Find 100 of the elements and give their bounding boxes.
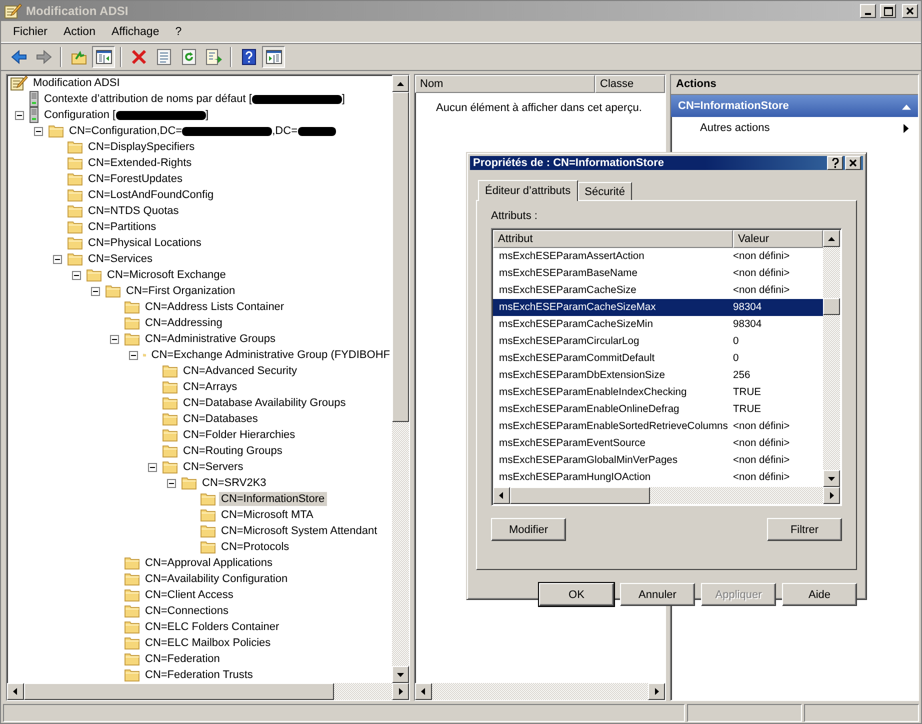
minus-icon [150, 464, 155, 470]
tree-item[interactable]: CN=ELC Mailbox Policies [143, 636, 273, 650]
column-header[interactable]: Attribut [493, 230, 733, 248]
toolbar-button[interactable] [92, 46, 115, 68]
tree-item[interactable]: CN=Physical Locations [86, 236, 204, 250]
question-mark-icon [832, 158, 838, 168]
tree-item[interactable]: CN=Arrays [181, 380, 240, 394]
tab[interactable]: Sécurité [578, 182, 632, 200]
maximize-button[interactable] [880, 4, 896, 18]
tree-item[interactable]: CN=Advanced Security [181, 364, 300, 378]
tree-item[interactable]: CN=DisplaySpecifiers [86, 140, 197, 154]
collapse-toggle[interactable] [148, 462, 157, 472]
dialog-button[interactable]: Aide [782, 583, 857, 606]
scroll-left-button[interactable] [493, 487, 510, 504]
tree-item[interactable]: CN=LostAndFoundConfig [86, 188, 216, 202]
collapse-toggle[interactable] [167, 478, 176, 488]
horizontal-scrollbar[interactable] [493, 487, 840, 504]
scrollbar-thumb[interactable] [392, 92, 409, 422]
collapse-toggle[interactable] [15, 110, 24, 120]
column-header[interactable]: Valeur [733, 230, 823, 248]
scroll-right-button[interactable] [392, 683, 409, 700]
tree-item[interactable]: CN=Exchange Administrative Group (FYDIBOHF [149, 348, 392, 362]
menu-item[interactable]: Action [56, 24, 104, 40]
tree-item[interactable]: CN=Approval Applications [143, 556, 274, 570]
tab[interactable]: Éditeur d’attributs [478, 180, 578, 201]
attribute-row[interactable]: msExchESEParamCacheSizeMax 98304 [493, 299, 823, 316]
tree-item[interactable]: Configuration [ ] [42, 108, 211, 122]
tree-item[interactable]: CN=Address Lists Container [143, 300, 286, 314]
scroll-left-button[interactable] [415, 683, 432, 700]
dialog-button[interactable]: Filtrer [767, 518, 842, 541]
tree-item[interactable]: CN=Folder Hierarchies [181, 428, 298, 442]
scroll-right-button[interactable] [823, 487, 840, 504]
caret-icon [420, 688, 427, 695]
help-button[interactable] [827, 156, 843, 170]
collapse-toggle[interactable] [129, 350, 138, 360]
menu-item[interactable]: Affichage [103, 24, 168, 40]
tree-item[interactable]: CN=Configuration,DC= ,DC= [67, 124, 338, 138]
column-header[interactable]: Nom [415, 75, 595, 93]
tree-item[interactable]: CN=Administrative Groups [143, 332, 278, 346]
tree-item[interactable]: CN=Extended-Rights [86, 156, 194, 170]
tree-item[interactable]: CN=SRV2K3 [200, 476, 268, 490]
dialog-button[interactable]: Modifier [491, 518, 566, 541]
tree-item[interactable]: CN=Routing Groups [181, 444, 284, 458]
vertical-scrollbar[interactable] [392, 75, 409, 683]
tree-item[interactable]: CN=Microsoft System Attendant [219, 524, 380, 538]
column-header[interactable]: Classe [595, 75, 665, 93]
close-button[interactable] [902, 4, 918, 18]
scroll-up-button[interactable] [823, 230, 840, 247]
scroll-right-button[interactable] [648, 683, 665, 700]
actions-header: Actions [671, 75, 918, 95]
dialog-button[interactable]: Annuler [620, 583, 695, 606]
toolbar-button[interactable] [262, 46, 285, 68]
tree-item[interactable]: CN=Client Access [143, 588, 236, 602]
scroll-up-button[interactable] [392, 75, 409, 92]
tree-item[interactable]: CN=Federation [143, 652, 222, 666]
horizontal-scrollbar[interactable] [7, 683, 409, 700]
scrollbar-thumb[interactable] [24, 683, 334, 700]
tree-item[interactable]: Modification ADSI [31, 76, 122, 90]
vertical-scrollbar[interactable] [823, 230, 840, 487]
tree-item[interactable]: CN=Connections [143, 604, 230, 618]
editor-icon [10, 75, 28, 91]
tree-item[interactable]: Contexte d’attribution de noms par défaut [ ] [42, 92, 347, 106]
tree-item[interactable]: CN=ForestUpdates [86, 172, 184, 186]
tree-item[interactable]: CN=Addressing [143, 316, 224, 330]
empty-message: Aucun élément à afficher dans cet aperçu. [436, 102, 642, 114]
tree-item[interactable]: CN=Servers [181, 460, 246, 474]
scrollbar-thumb[interactable] [823, 298, 840, 315]
collapse-toggle[interactable] [53, 254, 62, 264]
tree-item[interactable]: CN=Microsoft MTA [219, 508, 316, 522]
tree-item[interactable]: CN=Services [86, 252, 154, 266]
refresh-icon [182, 49, 196, 65]
scroll-down-button[interactable] [823, 470, 840, 487]
horizontal-scrollbar[interactable] [415, 683, 665, 700]
collapse-toggle[interactable] [91, 286, 100, 296]
tree-item[interactable]: CN=Databases [181, 412, 260, 426]
actions-section-header[interactable]: CN=InformationStore [671, 95, 918, 117]
tree-item[interactable]: CN=Availability Configuration [143, 572, 290, 586]
tree-item[interactable]: CN=First Organization [124, 284, 238, 298]
tree-item[interactable]: CN=Database Availability Groups [181, 396, 348, 410]
close-button[interactable] [845, 156, 861, 170]
collapse-toggle[interactable] [72, 270, 81, 280]
scroll-down-button[interactable] [392, 666, 409, 683]
tree-item[interactable]: CN=InformationStore [219, 492, 327, 506]
tree-item[interactable]: CN=Federation Trusts [143, 668, 255, 682]
attribute-name: msExchESEParamBaseName [499, 268, 638, 279]
tree-item[interactable]: CN=Partitions [86, 220, 158, 234]
scroll-left-button[interactable] [7, 683, 24, 700]
scrollbar-thumb[interactable] [510, 487, 650, 504]
tree-item[interactable]: CN=ELC Folders Container [143, 620, 282, 634]
collapse-toggle[interactable] [34, 126, 43, 136]
close-icon [906, 7, 914, 15]
menu-item[interactable]: Fichier [5, 24, 56, 40]
tree-item[interactable]: CN=NTDS Quotas [86, 204, 181, 218]
menu-item[interactable]: ? [167, 24, 190, 40]
collapse-toggle[interactable] [110, 334, 119, 344]
action-item[interactable]: Autres actions [671, 117, 918, 139]
tree-item[interactable]: CN=Microsoft Exchange [105, 268, 228, 282]
minimize-button[interactable] [860, 4, 876, 18]
dialog-button[interactable]: OK [539, 583, 614, 606]
tree-item[interactable]: CN=Protocols [219, 540, 292, 554]
